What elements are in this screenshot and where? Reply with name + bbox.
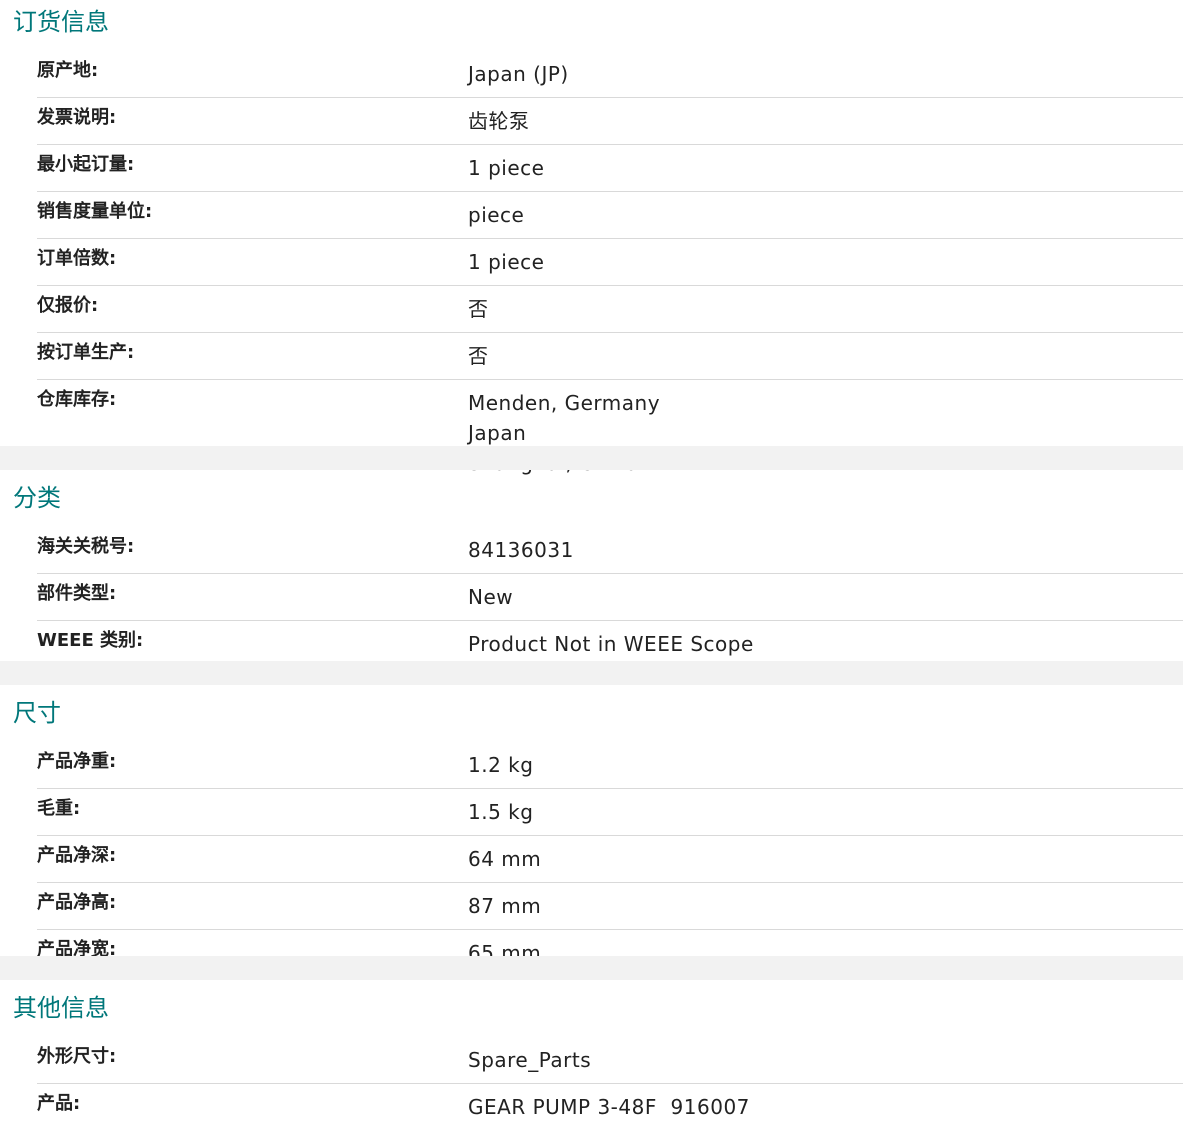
section-title: 尺寸 (13, 699, 61, 727)
row-value: New (468, 585, 514, 609)
table-row: 最小起订量: 1 piece (37, 144, 1183, 191)
section-divider (0, 661, 1183, 685)
row-label: WEEE 类别: (37, 630, 144, 651)
row-label: 产品: (37, 1093, 81, 1114)
section-title: 订货信息 (13, 8, 109, 36)
spec-table: 海关关税号: 84136031 部件类型: New WEEE 类别: Produ… (37, 527, 1183, 667)
table-row: 原产地: Japan (JP) (37, 51, 1183, 97)
row-value: 1.2 kg (468, 753, 534, 777)
row-value: 齿轮泵 (468, 109, 530, 133)
table-row: 按订单生产: 否 (37, 332, 1183, 379)
section-ordering-info: 订货信息 原产地: Japan (JP) 发票说明: 齿轮泵 最小起订量: 1 … (0, 0, 1183, 475)
table-row: 发票说明: 齿轮泵 (37, 97, 1183, 144)
table-row: 毛重: 1.5 kg (37, 788, 1183, 835)
row-value: 64 mm (468, 847, 542, 871)
table-row: 外形尺寸: Spare_Parts (37, 1037, 1183, 1083)
table-row: 产品: GEAR PUMP 3-48F 916007 (37, 1083, 1183, 1130)
table-row: 产品净深: 64 mm (37, 835, 1183, 882)
row-value: piece (468, 203, 525, 227)
row-value: Spare_Parts (468, 1048, 592, 1072)
row-label: 产品净重: (37, 751, 117, 772)
table-row: 产品净高: 87 mm (37, 882, 1183, 929)
spec-table: 外形尺寸: Spare_Parts 产品: GEAR PUMP 3-48F 91… (37, 1037, 1183, 1130)
table-row: 销售度量单位: piece (37, 191, 1183, 238)
row-label: 外形尺寸: (37, 1046, 117, 1067)
section-title: 其他信息 (13, 994, 109, 1022)
table-row: 产品净重: 1.2 kg (37, 742, 1183, 788)
row-label: 最小起订量: (37, 154, 135, 175)
row-label: 部件类型: (37, 583, 117, 604)
row-label: 发票说明: (37, 107, 117, 128)
section-title: 分类 (13, 484, 61, 512)
table-row: 部件类型: New (37, 573, 1183, 620)
row-value: 84136031 (468, 538, 574, 562)
row-value: 87 mm (468, 894, 542, 918)
row-label: 仅报价: (37, 295, 99, 316)
row-label: 订单倍数: (37, 248, 117, 269)
section-dimensions: 尺寸 产品净重: 1.2 kg 毛重: 1.5 kg 产品净深: 64 mm 产… (0, 691, 1183, 965)
row-label: 产品净高: (37, 892, 117, 913)
section-divider (0, 446, 1183, 470)
row-value: 1.5 kg (468, 800, 534, 824)
row-value: Japan (JP) (468, 62, 569, 86)
row-value: 否 (468, 297, 489, 321)
row-value: Menden, Germany Japan Shanghai, China (468, 391, 661, 475)
table-row: WEEE 类别: Product Not in WEEE Scope (37, 620, 1183, 667)
section-divider (0, 956, 1183, 980)
table-row: 订单倍数: 1 piece (37, 238, 1183, 285)
row-label: 按订单生产: (37, 342, 135, 363)
spec-table: 产品净重: 1.2 kg 毛重: 1.5 kg 产品净深: 64 mm 产品净高… (37, 742, 1183, 976)
row-value: 1 piece (468, 250, 545, 274)
row-label: 销售度量单位: (37, 201, 153, 222)
row-value: GEAR PUMP 3-48F 916007 (468, 1095, 750, 1119)
row-label: 产品净深: (37, 845, 117, 866)
row-label: 毛重: (37, 798, 81, 819)
table-row: 仅报价: 否 (37, 285, 1183, 332)
row-value: 否 (468, 344, 489, 368)
spec-table: 原产地: Japan (JP) 发票说明: 齿轮泵 最小起订量: 1 piece… (37, 51, 1183, 486)
section-classification: 分类 海关关税号: 84136031 部件类型: New WEEE 类别: Pr… (0, 476, 1183, 661)
table-row: 海关关税号: 84136031 (37, 527, 1183, 573)
row-label: 仓库库存: (37, 389, 117, 410)
row-label: 原产地: (37, 60, 99, 81)
section-other-info: 其他信息 外形尺寸: Spare_Parts 产品: GEAR PUMP 3-4… (0, 986, 1183, 1119)
row-value: 1 piece (468, 156, 545, 180)
row-label: 海关关税号: (37, 536, 135, 557)
